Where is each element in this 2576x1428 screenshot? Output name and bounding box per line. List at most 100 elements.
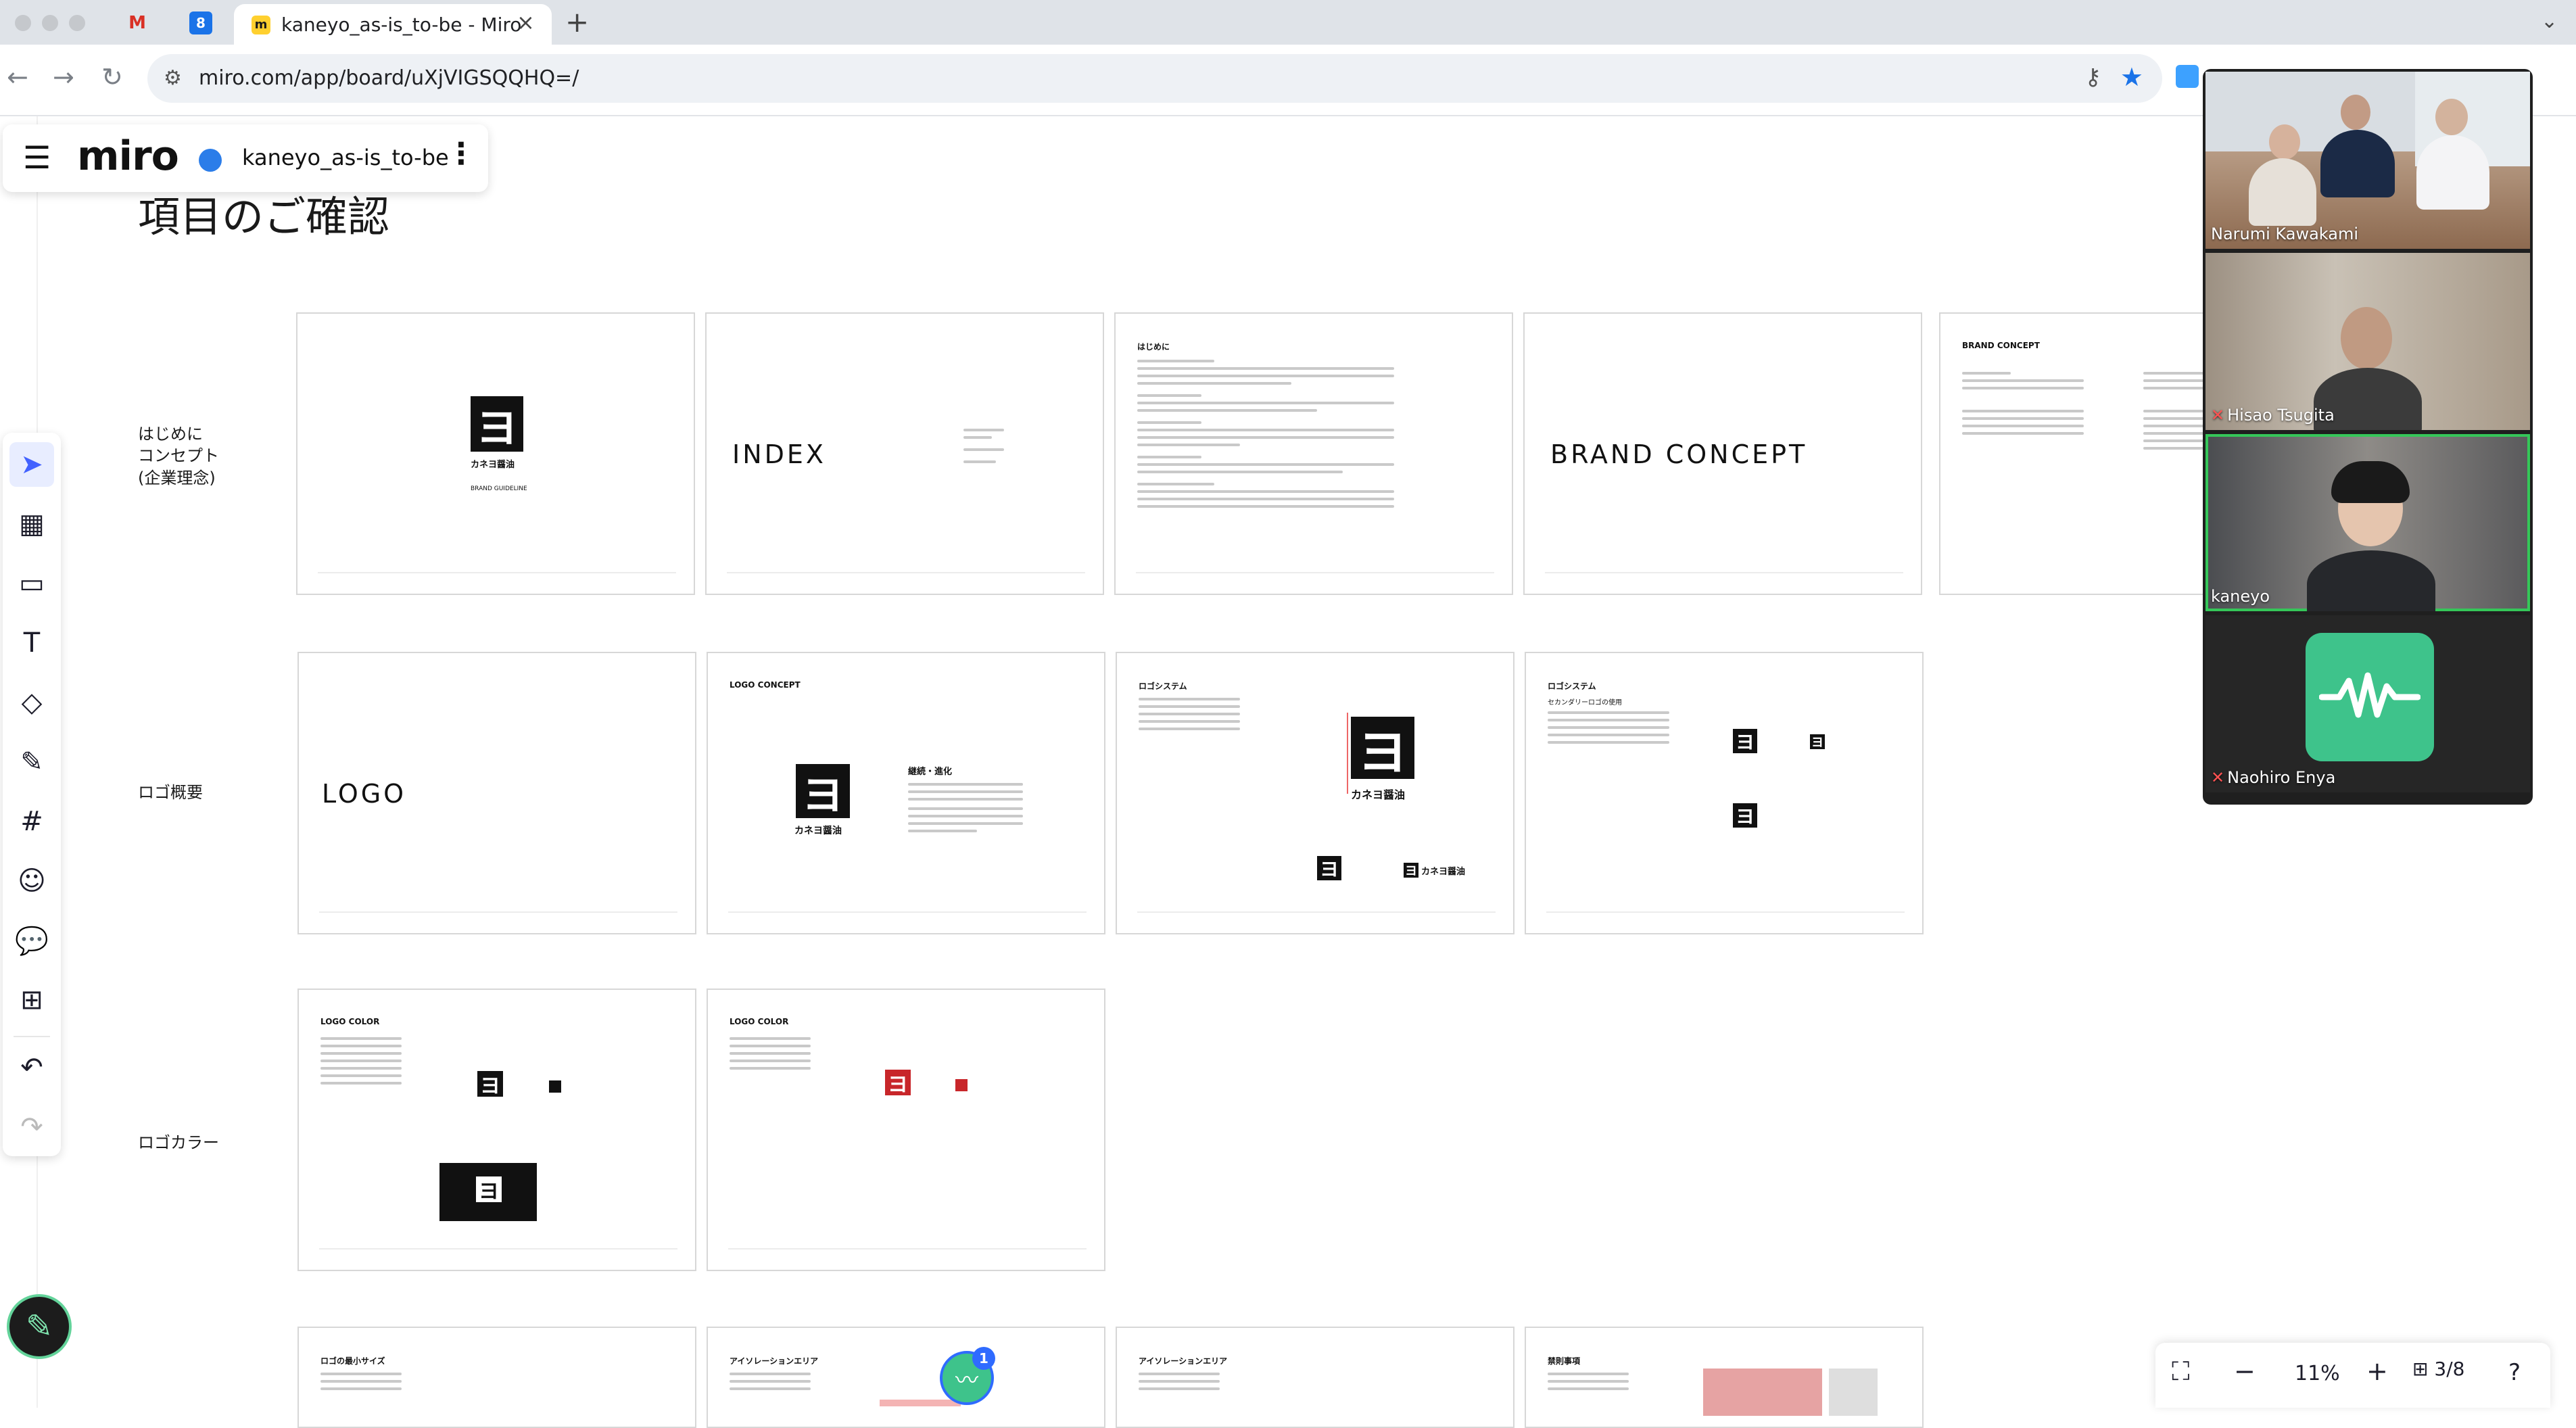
- bookmark-star-icon[interactable]: ★: [2120, 62, 2143, 92]
- more-options-icon[interactable]: ⋮: [446, 137, 476, 171]
- isolation-area-marker: [880, 1400, 961, 1406]
- logo-color-2-title: LOGO COLOR: [730, 1017, 789, 1026]
- participant-tile-speaking[interactable]: kaneyo: [2205, 434, 2530, 611]
- window-minimize-dot[interactable]: [42, 15, 58, 31]
- comment-icon[interactable]: 💬: [9, 918, 54, 963]
- frame-footer: [728, 911, 1087, 913]
- calendar-tab[interactable]: 8: [172, 8, 230, 38]
- templates-icon[interactable]: ▦: [9, 502, 54, 546]
- add-more-tools-icon[interactable]: ⊞: [9, 978, 54, 1022]
- participant-name: ✕ Naohiro Enya: [2211, 768, 2336, 787]
- new-tab-icon[interactable]: +: [565, 5, 589, 39]
- back-arrow-icon[interactable]: ←: [7, 62, 28, 92]
- frame-footer: [1546, 911, 1905, 913]
- pages-counter[interactable]: ⊞ 3/8: [2412, 1358, 2464, 1380]
- browser-tab-bar: M 8 m kaneyo_as-is_to-be - Miro × + ⌄: [0, 0, 2576, 45]
- extension-icon[interactable]: [2176, 65, 2199, 88]
- emoji-sticker-icon[interactable]: ☺: [9, 859, 54, 903]
- shapes-icon[interactable]: ◇: [9, 680, 54, 725]
- redo-icon[interactable]: ↷: [9, 1105, 54, 1149]
- forward-arrow-icon[interactable]: →: [53, 62, 74, 92]
- frame-brand-concept[interactable]: BRAND CONCEPT: [1523, 312, 1922, 595]
- zoom-out-icon[interactable]: −: [2234, 1356, 2256, 1386]
- gmail-tab[interactable]: M: [108, 8, 166, 38]
- participant-name: kaneyo: [2211, 587, 2270, 606]
- participant-tile[interactable]: Narumi Kawakami: [2205, 72, 2530, 249]
- participant-head: [2435, 99, 2468, 135]
- reload-icon[interactable]: ↻: [101, 62, 123, 92]
- miro-board-canvas[interactable]: ☰ miro kaneyo_as-is_to-be ⋮ 項目のご確認 ➤ ▦ ▭…: [0, 116, 2576, 1428]
- fit-to-screen-icon[interactable]: ⛶: [2172, 1356, 2190, 1387]
- zoom-in-icon[interactable]: +: [2366, 1356, 2388, 1386]
- brand-concept-detail-title: BRAND CONCEPT: [1962, 341, 2040, 350]
- logo-color-2-body: [730, 1037, 811, 1074]
- frame-logo-color-1[interactable]: LOGO COLOR ヨ ヨ: [297, 989, 696, 1271]
- board-name[interactable]: kaneyo_as-is_to-be: [242, 145, 449, 170]
- intro-title: はじめに: [1137, 342, 1170, 352]
- frame-icon[interactable]: #: [9, 799, 54, 844]
- participant-body: [2320, 130, 2395, 197]
- close-tab-icon[interactable]: ×: [517, 9, 535, 35]
- globe-icon: [199, 149, 222, 172]
- left-toolbar: ➤ ▦ ▭ T ◇ ✎ # ☺ 💬 ⊞ ↶ ↷: [3, 433, 61, 1156]
- participant-hair: [2331, 461, 2410, 503]
- row-label-logo-overview[interactable]: ロゴ概要: [138, 782, 203, 803]
- participant-avatar: [2306, 633, 2434, 761]
- participant-tile[interactable]: ✕ Hisao Tsugita: [2205, 253, 2530, 430]
- frame-logo-color-2[interactable]: LOGO COLOR ヨ: [707, 989, 1105, 1271]
- frame-min-size[interactable]: ロゴの最小サイズ: [297, 1327, 696, 1428]
- window-zoom-dot[interactable]: [69, 15, 85, 31]
- participant-head: [2341, 307, 2392, 369]
- frame-index[interactable]: INDEX: [705, 312, 1104, 595]
- muted-mic-icon: ✕: [2211, 768, 2225, 787]
- frame-isolation-1[interactable]: アイソレーションエリア: [707, 1327, 1105, 1428]
- frame-isolation-2[interactable]: アイソレーションエリア: [1116, 1327, 1514, 1428]
- select-cursor-icon[interactable]: ➤: [9, 442, 54, 487]
- frame-logo-concept[interactable]: LOGO CONCEPT ヨ カネヨ醤油 継続・進化: [707, 652, 1105, 934]
- frame-logo-system-2[interactable]: ロゴシステム セカンダリーロゴの使用 ヨ ヨ ヨ: [1525, 652, 1924, 934]
- password-key-icon[interactable]: ⚷: [2084, 64, 2101, 91]
- kaneyo-logo-mark: ヨ: [1351, 717, 1414, 782]
- video-call-panel[interactable]: Narumi Kawakami ✕ Hisao Tsugita kaneyo ✕ N…: [2203, 69, 2533, 805]
- frame-footer: [1136, 572, 1494, 573]
- cover-caption: BRAND GUIDELINE: [471, 485, 527, 492]
- frame-intro[interactable]: はじめに: [1114, 312, 1513, 595]
- frame-logo[interactable]: LOGO: [297, 652, 696, 934]
- logo-system-2-body: [1548, 711, 1669, 748]
- main-menu-icon[interactable]: ☰: [23, 139, 51, 176]
- frame-footer: [727, 572, 1085, 573]
- text-tool-icon[interactable]: T: [9, 621, 54, 665]
- chevron-down-icon[interactable]: ⌄: [2541, 9, 2558, 33]
- address-bar[interactable]: ⚙ miro.com/app/board/uXjVIGSQQHQ=/ ⚷ ★: [147, 54, 2162, 103]
- active-tab[interactable]: m kaneyo_as-is_to-be - Miro ×: [234, 4, 552, 45]
- gmail-icon: M: [128, 13, 146, 33]
- muted-mic-icon: ✕: [2211, 406, 2225, 425]
- window-close-dot[interactable]: [15, 15, 31, 31]
- logo-concept-logo-text: カネヨ醤油: [794, 826, 842, 836]
- brand-concept-left-text: [1962, 372, 2084, 439]
- miro-favicon-icon: m: [252, 16, 270, 34]
- frame-prohibited[interactable]: 禁則事項: [1525, 1327, 1924, 1428]
- drawing-mode-button[interactable]: ✎: [7, 1294, 72, 1359]
- frame-footer: [319, 1248, 677, 1250]
- frame-brand-concept-detail[interactable]: BRAND CONCEPT: [1939, 312, 2210, 595]
- frame-logo-system-1[interactable]: ロゴシステム ヨ カネヨ醤油 ヨ ヨ カネヨ醤油: [1116, 652, 1514, 934]
- sticky-note-icon[interactable]: ▭: [9, 561, 54, 606]
- miro-logo[interactable]: miro: [77, 133, 179, 180]
- site-settings-icon[interactable]: ⚙: [164, 66, 182, 90]
- pen-icon[interactable]: ✎: [9, 740, 54, 784]
- brand-concept-title: BRAND CONCEPT: [1550, 439, 1808, 469]
- zoom-level[interactable]: 11%: [2295, 1362, 2340, 1385]
- row-label-logo-color[interactable]: ロゴカラー: [138, 1132, 219, 1153]
- page-heading[interactable]: 項目のご確認: [138, 183, 389, 243]
- help-icon[interactable]: ?: [2508, 1359, 2521, 1386]
- participant-tile[interactable]: ✕ Naohiro Enya: [2205, 615, 2530, 792]
- board-header: ☰ miro kaneyo_as-is_to-be ⋮: [3, 124, 488, 192]
- frame-cover[interactable]: ヨ カネヨ醤油 BRAND GUIDELINE: [296, 312, 695, 595]
- url-text[interactable]: miro.com/app/board/uXjVIGSQQHQ=/: [199, 66, 579, 90]
- index-title: INDEX: [732, 439, 826, 469]
- logo-system-1-logo-text: カネヨ醤油: [1351, 788, 1406, 801]
- kaneyo-logo-mark: ヨ: [796, 764, 850, 819]
- row-label-intro[interactable]: はじめに コンセプト (企業理念): [138, 423, 219, 489]
- undo-icon[interactable]: ↶: [9, 1045, 54, 1090]
